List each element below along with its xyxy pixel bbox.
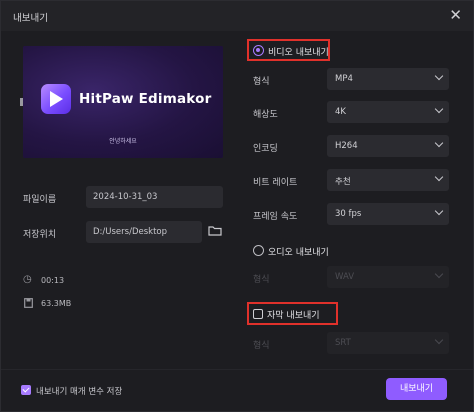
preview-side-marker xyxy=(20,98,23,106)
frame-rate-label: 프레임 속도 xyxy=(253,212,298,222)
video-format-value: MP4 xyxy=(335,74,353,84)
chevron-down-icon xyxy=(434,172,444,182)
chevron-down-icon xyxy=(434,269,444,279)
save-location-input[interactable]: D:/Users/Desktop xyxy=(86,221,202,243)
save-location-label: 저장위치 xyxy=(23,230,57,240)
dialog-title: 내보내기 xyxy=(13,13,48,24)
encoding-label: 인코딩 xyxy=(253,144,278,154)
footer-divider xyxy=(1,369,473,370)
duration-text: 00:13 xyxy=(41,276,65,285)
file-size-icon xyxy=(24,298,33,308)
subtitle-export-checkbox[interactable] xyxy=(253,309,263,319)
audio-export-title[interactable]: 오디오 내보내기 xyxy=(268,245,329,258)
frame-rate-select[interactable]: 30 fps xyxy=(327,203,449,225)
frame-rate-value: 30 fps xyxy=(335,209,362,219)
subtitle-format-label: 형식 xyxy=(253,341,270,351)
resolution-value: 4K xyxy=(335,107,346,117)
resolution-select[interactable]: 4K xyxy=(327,101,449,123)
encoding-value: H264 xyxy=(335,141,358,151)
audio-export-radio[interactable] xyxy=(253,245,264,256)
remember-settings-label: 내보내기 매개 변수 저장 xyxy=(36,387,123,397)
export-dialog: 내보내기 ✕ HitPaw Edimakor 안녕하세요 파일이름 2024-1… xyxy=(0,0,474,412)
chevron-down-icon xyxy=(434,104,444,114)
video-format-label: 형식 xyxy=(253,77,270,87)
chevron-down-icon xyxy=(434,206,444,216)
bitrate-value: 추천 xyxy=(335,177,351,187)
video-preview: HitPaw Edimakor 안녕하세요 xyxy=(23,46,223,158)
edimakor-logo-icon xyxy=(41,84,71,114)
preview-brand-text: HitPaw Edimakor xyxy=(79,91,212,107)
chevron-down-icon xyxy=(434,335,444,345)
audio-format-value: WAV xyxy=(335,272,355,282)
title-bar: 내보내기 ✕ xyxy=(1,1,473,31)
preview-subtitle-text: 안녕하세요 xyxy=(109,138,137,145)
clock-icon: ◷ xyxy=(23,274,32,285)
file-size-text: 63.3MB xyxy=(41,299,72,308)
file-name-label: 파일이름 xyxy=(23,195,57,205)
export-button[interactable]: 내보내기 xyxy=(386,378,447,400)
close-icon[interactable]: ✕ xyxy=(449,7,462,23)
chevron-down-icon xyxy=(434,138,444,148)
subtitle-format-value: SRT xyxy=(335,338,351,348)
bitrate-label: 비트 레이트 xyxy=(253,178,298,188)
resolution-label: 해상도 xyxy=(253,110,278,120)
subtitle-format-select[interactable]: SRT xyxy=(327,332,449,354)
file-name-input[interactable]: 2024-10-31_03 xyxy=(86,186,223,208)
folder-icon[interactable] xyxy=(208,225,222,236)
video-format-select[interactable]: MP4 xyxy=(327,68,449,90)
audio-format-select[interactable]: WAV xyxy=(327,266,449,288)
bitrate-select[interactable]: 추천 xyxy=(327,169,449,191)
video-export-title[interactable]: 비디오 내보내기 xyxy=(268,45,329,58)
audio-format-label: 형식 xyxy=(253,275,270,285)
encoding-select[interactable]: H264 xyxy=(327,135,449,157)
subtitle-export-title[interactable]: 자막 내보내기 xyxy=(267,308,320,321)
remember-settings-checkbox[interactable] xyxy=(21,385,31,395)
chevron-down-icon xyxy=(434,71,444,81)
video-export-radio[interactable] xyxy=(253,45,264,56)
